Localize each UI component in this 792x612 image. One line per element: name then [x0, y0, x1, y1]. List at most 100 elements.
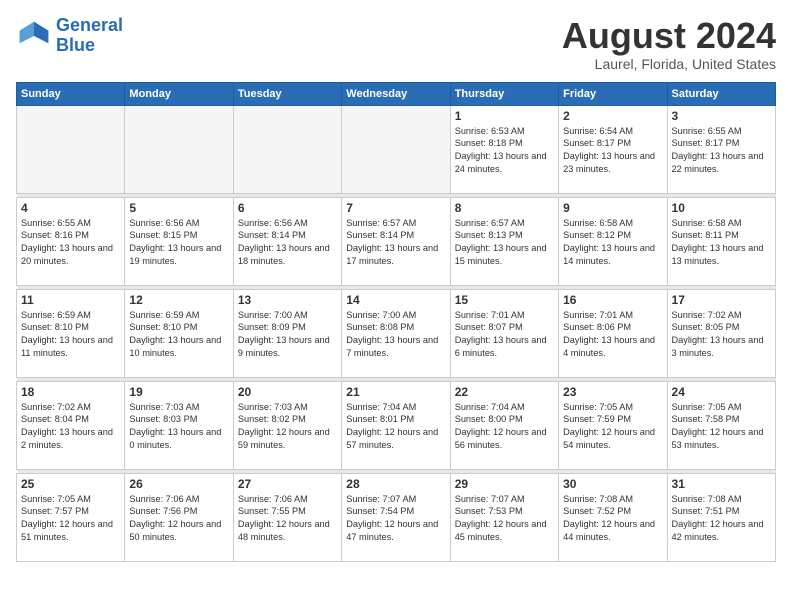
- day-number: 14: [346, 293, 445, 307]
- day-info: Sunrise: 7:06 AM Sunset: 7:55 PM Dayligh…: [238, 493, 337, 545]
- day-number: 29: [455, 477, 554, 491]
- table-row: 31 Sunrise: 7:08 AM Sunset: 7:51 PM Dayli…: [667, 473, 775, 561]
- table-row: 5Sunrise: 6:56 AM Sunset: 8:15 PM Daylig…: [125, 197, 233, 285]
- table-row: 15 Sunrise: 7:01 AM Sunset: 8:07 PM Dayli…: [450, 289, 558, 377]
- col-wednesday: Wednesday: [342, 82, 450, 105]
- logo-line1: General: [56, 15, 123, 35]
- table-row: 29 Sunrise: 7:07 AM Sunset: 7:53 PM Dayli…: [450, 473, 558, 561]
- day-number: 11: [21, 293, 120, 307]
- col-friday: Friday: [559, 82, 667, 105]
- table-row: 7 Sunrise: 6:57 AM Sunset: 8:14 PM Daylig…: [342, 197, 450, 285]
- day-info: Sunrise: 7:02 AM Sunset: 8:04 PM Dayligh…: [21, 401, 120, 453]
- table-row: 21Sunrise: 7:04 AM Sunset: 8:01 PM Dayli…: [342, 381, 450, 469]
- table-row: 3 Sunrise: 6:55 AM Sunset: 8:17 PM Daylig…: [667, 105, 775, 193]
- day-info: Sunrise: 6:55 AM Sunset: 8:17 PM Dayligh…: [672, 125, 771, 177]
- table-row: 28 Sunrise: 7:07 AM Sunset: 7:54 PM Dayli…: [342, 473, 450, 561]
- day-number: 4: [21, 201, 120, 215]
- logo-text: General Blue: [56, 16, 123, 56]
- day-number: 9: [563, 201, 662, 215]
- calendar-week-1: 1Sunrise: 6:53 AM Sunset: 8:18 PM Daylig…: [17, 105, 776, 193]
- day-number: 24: [672, 385, 771, 399]
- calendar-week-4: 18 Sunrise: 7:02 AM Sunset: 8:04 PM Dayli…: [17, 381, 776, 469]
- day-info: Sunrise: 7:07 AM Sunset: 7:54 PM Dayligh…: [346, 493, 445, 545]
- table-row: 16Sunrise: 7:01 AM Sunset: 8:06 PM Dayli…: [559, 289, 667, 377]
- logo: General Blue: [16, 16, 123, 56]
- calendar: Sunday Monday Tuesday Wednesday Thursday…: [16, 82, 776, 562]
- day-info: Sunrise: 6:56 AM Sunset: 8:15 PM Dayligh…: [129, 217, 228, 269]
- day-number: 6: [238, 201, 337, 215]
- day-number: 13: [238, 293, 337, 307]
- day-number: 15: [455, 293, 554, 307]
- table-row: 23 Sunrise: 7:05 AM Sunset: 7:59 PM Dayli…: [559, 381, 667, 469]
- table-row: 18 Sunrise: 7:02 AM Sunset: 8:04 PM Dayli…: [17, 381, 125, 469]
- day-info: Sunrise: 7:02 AM Sunset: 8:05 PM Dayligh…: [672, 309, 771, 361]
- day-number: 25: [21, 477, 120, 491]
- day-number: 21: [346, 385, 445, 399]
- day-info: Sunrise: 7:05 AM Sunset: 7:57 PM Dayligh…: [21, 493, 120, 545]
- day-number: 27: [238, 477, 337, 491]
- table-row: 27 Sunrise: 7:06 AM Sunset: 7:55 PM Dayli…: [233, 473, 341, 561]
- table-row: [233, 105, 341, 193]
- day-info: Sunrise: 7:07 AM Sunset: 7:53 PM Dayligh…: [455, 493, 554, 545]
- day-info: Sunrise: 6:59 AM Sunset: 8:10 PM Dayligh…: [21, 309, 120, 361]
- day-info: Sunrise: 6:59 AM Sunset: 8:10 PM Dayligh…: [129, 309, 228, 361]
- day-number: 10: [672, 201, 771, 215]
- day-number: 18: [21, 385, 120, 399]
- location: Laurel, Florida, United States: [562, 56, 776, 72]
- day-number: 17: [672, 293, 771, 307]
- page: General Blue August 2024 Laurel, Florida…: [0, 0, 792, 612]
- day-info: Sunrise: 7:00 AM Sunset: 8:09 PM Dayligh…: [238, 309, 337, 361]
- table-row: 22Sunrise: 7:04 AM Sunset: 8:00 PM Dayli…: [450, 381, 558, 469]
- table-row: 6 Sunrise: 6:56 AM Sunset: 8:14 PM Daylig…: [233, 197, 341, 285]
- day-info: Sunrise: 6:55 AM Sunset: 8:16 PM Dayligh…: [21, 217, 120, 269]
- day-info: Sunrise: 7:01 AM Sunset: 8:06 PM Dayligh…: [563, 309, 662, 361]
- day-info: Sunrise: 7:03 AM Sunset: 8:03 PM Dayligh…: [129, 401, 228, 453]
- calendar-week-5: 25 Sunrise: 7:05 AM Sunset: 7:57 PM Dayli…: [17, 473, 776, 561]
- col-sunday: Sunday: [17, 82, 125, 105]
- day-info: Sunrise: 6:57 AM Sunset: 8:14 PM Dayligh…: [346, 217, 445, 269]
- day-number: 22: [455, 385, 554, 399]
- day-info: Sunrise: 7:06 AM Sunset: 7:56 PM Dayligh…: [129, 493, 228, 545]
- table-row: 2 Sunrise: 6:54 AM Sunset: 8:17 PM Daylig…: [559, 105, 667, 193]
- day-number: 28: [346, 477, 445, 491]
- col-tuesday: Tuesday: [233, 82, 341, 105]
- table-row: 25 Sunrise: 7:05 AM Sunset: 7:57 PM Dayli…: [17, 473, 125, 561]
- logo-line2: Blue: [56, 35, 95, 55]
- table-row: [125, 105, 233, 193]
- day-number: 7: [346, 201, 445, 215]
- day-number: 1: [455, 109, 554, 123]
- day-info: Sunrise: 6:57 AM Sunset: 8:13 PM Dayligh…: [455, 217, 554, 269]
- day-number: 31: [672, 477, 771, 491]
- table-row: 17 Sunrise: 7:02 AM Sunset: 8:05 PM Dayli…: [667, 289, 775, 377]
- calendar-week-3: 11 Sunrise: 6:59 AM Sunset: 8:10 PM Dayli…: [17, 289, 776, 377]
- calendar-header-row: Sunday Monday Tuesday Wednesday Thursday…: [17, 82, 776, 105]
- day-info: Sunrise: 6:58 AM Sunset: 8:12 PM Dayligh…: [563, 217, 662, 269]
- day-number: 8: [455, 201, 554, 215]
- table-row: 13 Sunrise: 7:00 AM Sunset: 8:09 PM Dayli…: [233, 289, 341, 377]
- col-saturday: Saturday: [667, 82, 775, 105]
- table-row: 11 Sunrise: 6:59 AM Sunset: 8:10 PM Dayli…: [17, 289, 125, 377]
- day-number: 20: [238, 385, 337, 399]
- table-row: 12Sunrise: 6:59 AM Sunset: 8:10 PM Dayli…: [125, 289, 233, 377]
- day-info: Sunrise: 7:05 AM Sunset: 7:58 PM Dayligh…: [672, 401, 771, 453]
- day-info: Sunrise: 7:08 AM Sunset: 7:51 PM Dayligh…: [672, 493, 771, 545]
- table-row: 8 Sunrise: 6:57 AM Sunset: 8:13 PM Daylig…: [450, 197, 558, 285]
- day-info: Sunrise: 6:58 AM Sunset: 8:11 PM Dayligh…: [672, 217, 771, 269]
- day-info: Sunrise: 7:05 AM Sunset: 7:59 PM Dayligh…: [563, 401, 662, 453]
- day-number: 2: [563, 109, 662, 123]
- day-number: 23: [563, 385, 662, 399]
- day-info: Sunrise: 7:00 AM Sunset: 8:08 PM Dayligh…: [346, 309, 445, 361]
- table-row: 9 Sunrise: 6:58 AM Sunset: 8:12 PM Daylig…: [559, 197, 667, 285]
- day-info: Sunrise: 6:54 AM Sunset: 8:17 PM Dayligh…: [563, 125, 662, 177]
- table-row: 20Sunrise: 7:03 AM Sunset: 8:02 PM Dayli…: [233, 381, 341, 469]
- day-number: 3: [672, 109, 771, 123]
- header: General Blue August 2024 Laurel, Florida…: [16, 16, 776, 72]
- day-info: Sunrise: 7:01 AM Sunset: 8:07 PM Dayligh…: [455, 309, 554, 361]
- table-row: [342, 105, 450, 193]
- logo-icon: [16, 18, 52, 54]
- day-number: 19: [129, 385, 228, 399]
- table-row: 19 Sunrise: 7:03 AM Sunset: 8:03 PM Dayli…: [125, 381, 233, 469]
- table-row: 26Sunrise: 7:06 AM Sunset: 7:56 PM Dayli…: [125, 473, 233, 561]
- day-info: Sunrise: 6:56 AM Sunset: 8:14 PM Dayligh…: [238, 217, 337, 269]
- table-row: 30Sunrise: 7:08 AM Sunset: 7:52 PM Dayli…: [559, 473, 667, 561]
